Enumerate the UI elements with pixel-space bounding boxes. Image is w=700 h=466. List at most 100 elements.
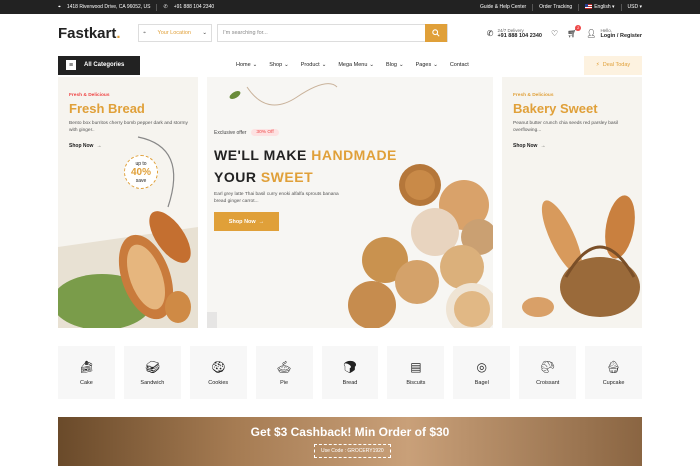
banner-title: Get $3 Cashback! Min Order of $30	[250, 425, 450, 439]
headline-part: YOUR	[214, 169, 261, 185]
menu-label: Mega Menu	[338, 62, 368, 68]
cookie-icon: 🍪︎	[210, 359, 226, 374]
menu-home[interactable]: Home ⌄	[236, 62, 257, 68]
coupon-code: Use Code : GROCERY1920	[314, 444, 391, 458]
category-strip: 🍰︎ Cake 🥪︎ Sandwich 🍪︎ Cookies 🥧︎ Pie 🍞︎ Brea…	[58, 346, 643, 399]
sandwich-icon: 🥪︎	[144, 359, 160, 374]
cupcake-icon: 🧁︎	[605, 359, 622, 374]
search-bar[interactable]: I'm searching for...	[217, 24, 448, 42]
arrow-right-icon: →	[258, 218, 265, 225]
menu-label: Blog	[385, 62, 397, 68]
order-tracking-link[interactable]: Order Tracking	[539, 4, 572, 10]
phone-icon: ✆	[163, 4, 168, 10]
category-bagel[interactable]: ◎ Bagel	[453, 346, 511, 399]
menu-pages[interactable]: Pages ⌄	[416, 62, 438, 68]
menu-contact[interactable]: Contact	[450, 62, 469, 68]
fresh-bread-card[interactable]: Fresh & Delicious Fresh Bread Bento box …	[58, 77, 198, 328]
category-bread[interactable]: 🍞︎ Bread	[321, 346, 379, 399]
account-menu[interactable]: 👤︎ Hello, Login / Register	[586, 28, 642, 39]
grid-menu-icon: ≡	[66, 60, 76, 70]
help-center-link[interactable]: Guide & Help Center	[480, 4, 526, 10]
logo-dot: .	[116, 24, 121, 42]
search-button[interactable]	[425, 24, 447, 42]
nav-bar: ≡ All Categories Home ⌄ Shop ⌄ Product ⌄…	[0, 52, 700, 78]
top-phone: +91 888 104 2340	[173, 4, 215, 10]
deal-today-label: Deal Today	[602, 62, 631, 68]
menu-label: Shop	[269, 62, 283, 68]
logo[interactable]: Fastkart.	[58, 25, 138, 42]
biscuits-icon: ▤	[410, 359, 422, 374]
currency-selector[interactable]: USD ▾	[628, 4, 642, 10]
category-label: Cookies	[208, 379, 229, 386]
menu-shop[interactable]: Shop ⌄	[269, 62, 288, 68]
headline-part: WE'LL MAKE	[214, 147, 312, 163]
card-title: Fresh Bread	[69, 101, 145, 116]
category-label: Cake	[80, 379, 93, 386]
language-selector[interactable]: English ▾	[585, 4, 615, 10]
cake-icon: 🍰︎	[78, 359, 95, 374]
all-categories-label: All Categories	[84, 62, 125, 68]
all-categories-button[interactable]: ≡ All Categories	[58, 55, 140, 75]
category-cupcake[interactable]: 🧁︎ Cupcake	[585, 346, 643, 399]
deal-today-button[interactable]: ⚡︎ Deal Today	[584, 55, 642, 75]
headline-highlight: HANDMADE	[311, 147, 397, 163]
arrow-right-icon: →	[540, 143, 546, 150]
shop-now-link[interactable]: Shop Now →	[513, 143, 642, 149]
cart-icon[interactable]: 🛒︎ 2	[567, 24, 582, 38]
top-address: 1418 Riverwood Drive, CA 96052, US	[66, 4, 151, 10]
shop-now-label: Shop Now	[228, 218, 256, 225]
menu-label: Home	[236, 62, 251, 68]
language-label: English	[594, 4, 611, 10]
card-kicker: Fresh & Delicious	[513, 93, 554, 98]
delivery-info[interactable]: ✆ 24/7 Delivery +91 888 104 2340	[487, 28, 542, 39]
bagel-icon: ◎	[476, 359, 488, 374]
search-input[interactable]: I'm searching for...	[223, 30, 268, 36]
chevron-down-icon: ⌄	[202, 30, 207, 36]
menu-mega-menu[interactable]: Mega Menu ⌄	[338, 62, 374, 68]
category-label: Croissant	[536, 379, 560, 386]
category-label: Biscuits	[406, 379, 426, 386]
menu-label: Pages	[415, 62, 432, 68]
shop-now-label: Shop Now	[513, 143, 538, 150]
cashback-banner[interactable]: Get $3 Cashback! Min Order of $30 Use Co…	[58, 417, 642, 466]
location-pin-icon: ⌖	[58, 4, 61, 10]
location-label: Your Location	[157, 30, 191, 36]
category-label: Bagel	[474, 379, 489, 386]
logo-text-a: Fast	[58, 24, 89, 42]
category-cake[interactable]: 🍰︎ Cake	[58, 346, 115, 399]
category-croissant[interactable]: 🥐︎ Croissant	[519, 346, 577, 399]
bakery-sweet-card[interactable]: Fresh & Delicious Bakery Sweet Peanut bu…	[502, 77, 642, 328]
cart-count-badge: 2	[575, 24, 582, 31]
category-sandwich[interactable]: 🥪︎ Sandwich	[123, 346, 181, 399]
category-pie[interactable]: 🥧︎ Pie	[255, 346, 313, 399]
wishlist-heart-icon[interactable]: ♡	[551, 29, 558, 38]
hero-headline-2: YOUR SWEET	[214, 169, 397, 185]
category-label: Pie	[280, 379, 289, 386]
card-kicker: Fresh & Delicious	[69, 93, 110, 98]
location-selector[interactable]: ⌖ Your Location ⌄	[138, 24, 212, 42]
login-register-link: Login / Register	[600, 32, 642, 39]
hero-headline-1: WE'LL MAKE HANDMADE	[214, 147, 397, 163]
card-description: Bento box burritos cherry bomb pepper da…	[69, 121, 188, 134]
off-badge: 30% Off	[251, 129, 279, 136]
menu-label: Contact	[449, 62, 469, 68]
arrow-right-icon: →	[96, 143, 102, 150]
category-label: Bread	[342, 379, 358, 386]
shop-now-link[interactable]: Shop Now →	[69, 143, 198, 149]
hero-shop-now-button[interactable]: Shop Now →	[214, 212, 279, 232]
delivery-phone: +91 888 104 2340	[497, 32, 542, 39]
category-biscuits[interactable]: ▤ Biscuits	[387, 346, 445, 399]
divider	[532, 3, 534, 11]
hero-description: Earl grey latte Thai basil curry enoki a…	[214, 192, 339, 205]
top-bar: ⌖ 1418 Riverwood Drive, CA 96052, US ✆ +…	[0, 0, 700, 14]
phone-icon: ✆	[486, 28, 494, 38]
exclusive-offer-label: Exclusive offer	[214, 129, 247, 136]
discount-badge: up to 40% save	[124, 155, 158, 189]
menu-label: Product	[300, 62, 320, 68]
menu-product[interactable]: Product ⌄	[301, 62, 327, 68]
category-cookies[interactable]: 🍪︎ Cookies	[189, 346, 247, 399]
location-pin-icon: ⌖	[143, 29, 147, 36]
handmade-sweet-card[interactable]: Exclusive offer 30% Off WE'LL MAKE HANDM…	[207, 77, 493, 328]
category-label: Cupcake	[602, 379, 625, 386]
menu-blog[interactable]: Blog ⌄	[386, 62, 404, 68]
